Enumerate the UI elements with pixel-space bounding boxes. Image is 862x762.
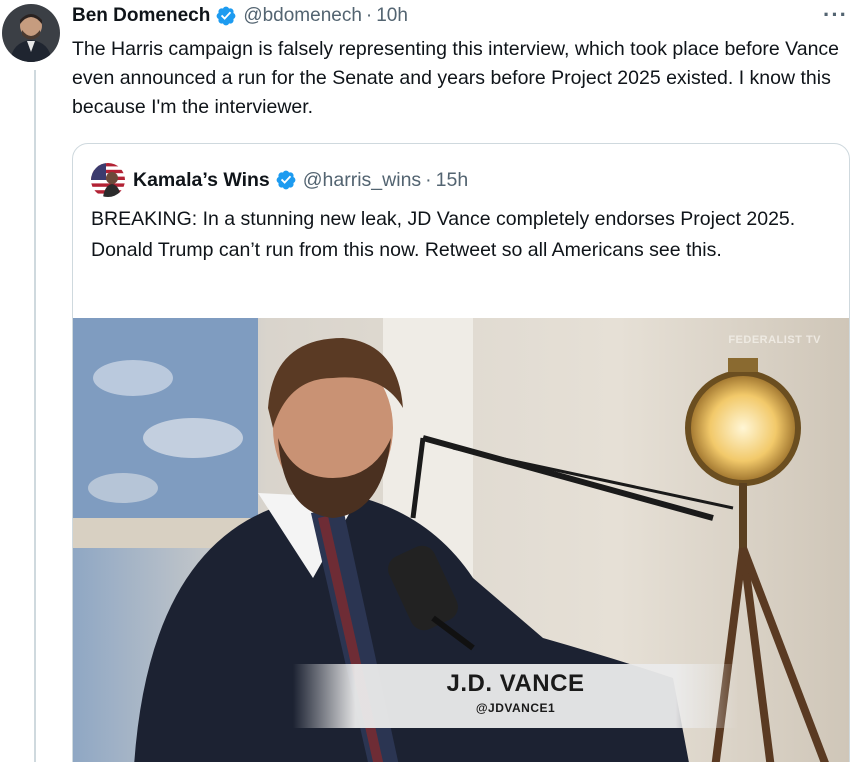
quoted-author-avatar[interactable] <box>91 163 125 197</box>
tweet-header: Ben Domenech @bdomenech · 10h <box>72 5 408 27</box>
verified-badge-icon <box>215 5 237 27</box>
tweet-timestamp[interactable]: 10h <box>376 5 408 27</box>
tweet-text: The Harris campaign is falsely represent… <box>72 38 840 118</box>
video-watermark: FEDERALIST TV <box>728 334 821 346</box>
lower-third-handle: @JDVANCE1 <box>475 701 556 715</box>
video-thumbnail[interactable]: FEDERALIST TV J.D. VANCE @JDVANCE1 <box>73 318 849 762</box>
quoted-tweet-timestamp[interactable]: 15h <box>436 169 469 192</box>
verified-badge-icon <box>275 169 297 191</box>
video-lower-third: J.D. VANCE @JDVANCE1 <box>293 664 738 728</box>
lower-third-name: J.D. VANCE <box>446 670 585 697</box>
quoted-author-name[interactable]: Kamala’s Wins <box>133 169 270 192</box>
author-name[interactable]: Ben Domenech <box>72 5 210 27</box>
author-avatar[interactable] <box>2 4 60 62</box>
quoted-author-handle[interactable]: @harris_wins <box>303 169 421 192</box>
quoted-tweet[interactable]: Kamala’s Wins @harris_wins · 15h BREAKIN… <box>72 143 850 762</box>
more-dots-icon[interactable]: ··· <box>823 2 848 28</box>
author-handle[interactable]: @bdomenech <box>243 5 362 27</box>
separator-dot: · <box>425 168 432 191</box>
quoted-tweet-text: BREAKING: In a stunning new leak, JD Van… <box>91 208 796 261</box>
quoted-tweet-header: Kamala’s Wins @harris_wins · 15h <box>91 163 469 197</box>
separator-dot: · <box>365 5 373 26</box>
thread-line <box>34 70 36 762</box>
